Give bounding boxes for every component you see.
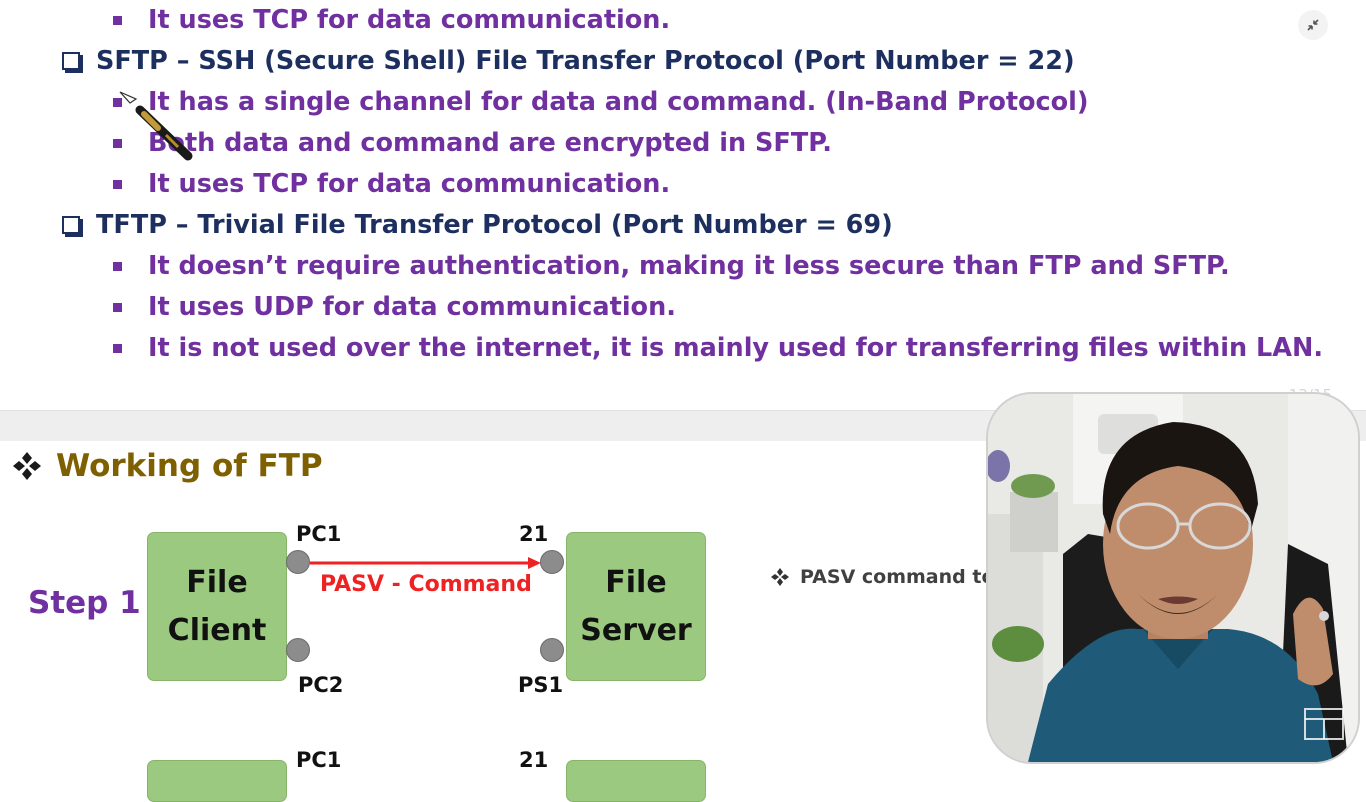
port-pc1 — [286, 550, 310, 574]
port-pc2 — [286, 638, 310, 662]
presenter-video — [988, 394, 1358, 762]
file-server-line1: File — [605, 564, 667, 600]
diamond-bullet-icon — [13, 452, 41, 480]
bullet-text: It has a single channel for data and com… — [148, 87, 1089, 117]
file-server-box: File Server — [566, 532, 706, 681]
file-client-line1: File — [186, 564, 248, 600]
command-label: PASV - Command — [320, 572, 532, 597]
pen-pointer-icon — [119, 91, 193, 161]
bullet-item: It is not used over the internet, it is … — [113, 330, 1323, 366]
square-bullet-icon — [113, 343, 122, 353]
heading-sftp: SFTP – SSH (Secure Shell) File Transfer … — [62, 43, 1075, 79]
note-text: PASV command to — [800, 566, 995, 588]
heading-text: SFTP – SSH (Secure Shell) File Transfer … — [96, 46, 1075, 76]
command-arrow — [310, 557, 541, 569]
port-label-21: 21 — [519, 522, 549, 546]
bullet-text: It uses TCP for data communication. — [148, 5, 671, 35]
port-ps1 — [540, 638, 564, 662]
heading-text: TFTP – Trivial File Transfer Protocol (P… — [96, 210, 893, 240]
file-server-line2: Server — [580, 612, 692, 648]
checkbox-bullet-icon — [62, 52, 80, 70]
bullet-item: Both data and command are encrypted in S… — [113, 125, 832, 161]
bullet-text: It uses TCP for data communication. — [148, 169, 671, 199]
section-title: Working of FTP — [12, 448, 323, 484]
port-21 — [540, 550, 564, 574]
square-bullet-icon — [113, 179, 122, 189]
file-client-box-step2 — [147, 760, 287, 802]
bullet-text: It is not used over the internet, it is … — [148, 333, 1324, 363]
square-bullet-icon — [113, 261, 122, 271]
bullet-item: It doesn’t require authentication, makin… — [113, 248, 1230, 284]
slide-protocols: It uses TCP for data communication. SFTP… — [0, 0, 1366, 410]
note-text-row: PASV command to — [770, 566, 995, 588]
bullet-text: It doesn’t require authentication, makin… — [148, 251, 1230, 281]
bullet-item: It uses TCP for data communication. — [113, 2, 670, 38]
section-title-text: Working of FTP — [56, 448, 323, 484]
square-bullet-icon — [113, 15, 122, 25]
port-label-pc2: PC2 — [298, 673, 344, 697]
bullet-item: It uses UDP for data communication. — [113, 289, 676, 325]
minimize-button[interactable] — [1298, 10, 1328, 40]
port-label-pc1: PC1 — [296, 522, 342, 546]
port-label-ps1: PS1 — [518, 673, 564, 697]
bullet-text: It uses UDP for data communication. — [148, 292, 676, 322]
bullet-item: It has a single channel for data and com… — [113, 84, 1089, 120]
minimize-icon — [1307, 19, 1319, 31]
brand-logo-icon — [1304, 708, 1344, 740]
file-server-box-step2 — [566, 760, 706, 802]
bullet-item: It uses TCP for data communication. — [113, 166, 670, 202]
file-client-box: File Client — [147, 532, 287, 681]
checkbox-bullet-icon — [62, 216, 80, 234]
step-1-label: Step 1 — [28, 585, 141, 621]
heading-tftp: TFTP – Trivial File Transfer Protocol (P… — [62, 207, 893, 243]
port-label-pc1-step2: PC1 — [296, 748, 342, 772]
diamond-bullet-icon — [771, 568, 789, 586]
port-label-21-step2: 21 — [519, 748, 549, 772]
bullet-text: Both data and command are encrypted in S… — [148, 128, 832, 158]
square-bullet-icon — [113, 302, 122, 312]
file-client-line2: Client — [167, 612, 267, 648]
